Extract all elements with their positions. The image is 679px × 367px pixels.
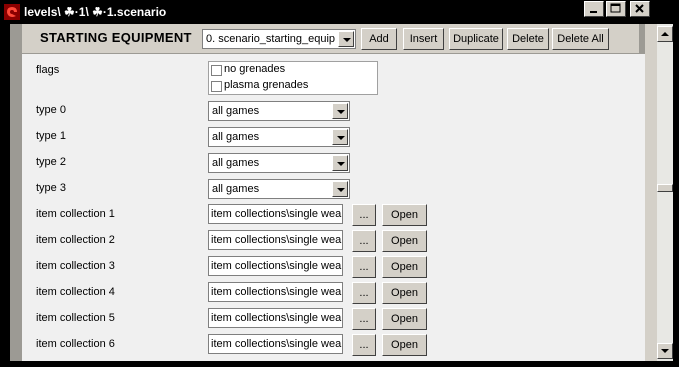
chevron-down-icon[interactable] — [332, 129, 348, 145]
delete-button[interactable]: Delete — [507, 28, 549, 50]
block-element-value: 0. scenario_starting_equip — [206, 33, 336, 45]
browse-button[interactable]: ... — [352, 334, 376, 356]
item-collection-1-path: item collections\single wea — [211, 208, 342, 220]
item-collection-4-field[interactable]: item collections\single wea — [208, 282, 343, 302]
flag-label: plasma grenades — [224, 79, 309, 91]
open-button[interactable]: Open — [382, 308, 427, 330]
close-button[interactable] — [630, 1, 650, 17]
item-collection-5-field[interactable]: item collections\single wea — [208, 308, 343, 328]
header-shadow — [639, 24, 645, 53]
minimize-icon — [590, 11, 597, 13]
flag-label: no grenades — [224, 63, 286, 75]
open-button[interactable]: Open — [382, 256, 427, 278]
type-3-value: all games — [212, 183, 260, 195]
type-3-label: type 3 — [36, 182, 66, 194]
item-collection-1-field[interactable]: item collections\single wea — [208, 204, 343, 224]
browse-button[interactable]: ... — [352, 282, 376, 304]
block-header: STARTING EQUIPMENT 0. scenario_starting_… — [22, 24, 645, 54]
title-bar[interactable]: levels\ ☘·1\ ☘·1.scenario — [0, 0, 679, 24]
item-collection-3-field[interactable]: item collections\single wea — [208, 256, 343, 276]
item-collection-2-path: item collections\single wea — [211, 234, 342, 246]
item-collection-3-label: item collection 3 — [36, 260, 115, 272]
item-collection-2-field[interactable]: item collections\single wea — [208, 230, 343, 250]
add-button[interactable]: Add — [361, 28, 397, 50]
block-title: STARTING EQUIPMENT — [40, 30, 192, 45]
open-button[interactable]: Open — [382, 334, 427, 356]
type-1-label: type 1 — [36, 130, 66, 142]
type-2-label: type 2 — [36, 156, 66, 168]
checkbox-icon[interactable] — [211, 81, 222, 92]
client-area: STARTING EQUIPMENT 0. scenario_starting_… — [6, 24, 673, 361]
checkbox-icon[interactable] — [211, 65, 222, 76]
flags-list: no grenades plasma grenades — [208, 61, 378, 95]
type-3-select[interactable]: all games — [208, 179, 350, 199]
type-2-value: all games — [212, 157, 260, 169]
maximize-button[interactable] — [606, 1, 626, 17]
duplicate-button[interactable]: Duplicate — [449, 28, 503, 50]
block-element-select[interactable]: 0. scenario_starting_equip — [202, 29, 356, 49]
delete-all-button[interactable]: Delete All — [552, 28, 609, 50]
vertical-scrollbar[interactable] — [657, 24, 673, 361]
chevron-down-icon[interactable] — [332, 155, 348, 171]
item-collection-2-label: item collection 2 — [36, 234, 115, 246]
item-collection-3-path: item collections\single wea — [211, 260, 342, 272]
flags-label: flags — [36, 64, 60, 76]
item-collection-6-label: item collection 6 — [36, 338, 115, 350]
chevron-down-icon[interactable] — [332, 103, 348, 119]
scroll-up-button[interactable] — [657, 26, 673, 42]
block-stripe — [10, 24, 22, 361]
item-collection-6-path: item collections\single wea — [211, 338, 342, 350]
chevron-down-icon[interactable] — [338, 31, 354, 47]
item-collection-1-label: item collection 1 — [36, 208, 115, 220]
item-collection-5-path: item collections\single wea — [211, 312, 342, 324]
app-window: levels\ ☘·1\ ☘·1.scenario STARTING EQUIP… — [0, 0, 679, 367]
maximize-icon — [610, 3, 621, 13]
minimize-button[interactable] — [584, 1, 604, 17]
arrow-down-icon — [661, 349, 669, 353]
open-button[interactable]: Open — [382, 204, 427, 226]
scroll-thumb[interactable] — [657, 184, 673, 192]
window-title: levels\ ☘·1\ ☘·1.scenario — [24, 5, 167, 19]
type-0-label: type 0 — [36, 104, 66, 116]
close-icon — [635, 4, 644, 13]
item-collection-5-label: item collection 5 — [36, 312, 115, 324]
browse-button[interactable]: ... — [352, 230, 376, 252]
open-button[interactable]: Open — [382, 230, 427, 252]
browse-button[interactable]: ... — [352, 308, 376, 330]
item-collection-4-label: item collection 4 — [36, 286, 115, 298]
arrow-up-icon — [661, 32, 669, 36]
open-button[interactable]: Open — [382, 282, 427, 304]
browse-button[interactable]: ... — [352, 204, 376, 226]
scroll-down-button[interactable] — [657, 343, 673, 359]
item-collection-4-path: item collections\single wea — [211, 286, 342, 298]
tag-editor: STARTING EQUIPMENT 0. scenario_starting_… — [10, 24, 657, 361]
chevron-down-icon[interactable] — [332, 181, 348, 197]
fields-panel: flags no grenades plasma grenades type 0… — [22, 54, 645, 361]
type-1-value: all games — [212, 131, 260, 143]
type-0-value: all games — [212, 105, 260, 117]
item-collection-6-field[interactable]: item collections\single wea — [208, 334, 343, 354]
type-2-select[interactable]: all games — [208, 153, 350, 173]
browse-button[interactable]: ... — [352, 256, 376, 278]
insert-button[interactable]: Insert — [403, 28, 444, 50]
type-0-select[interactable]: all games — [208, 101, 350, 121]
type-1-select[interactable]: all games — [208, 127, 350, 147]
app-icon — [4, 4, 20, 20]
